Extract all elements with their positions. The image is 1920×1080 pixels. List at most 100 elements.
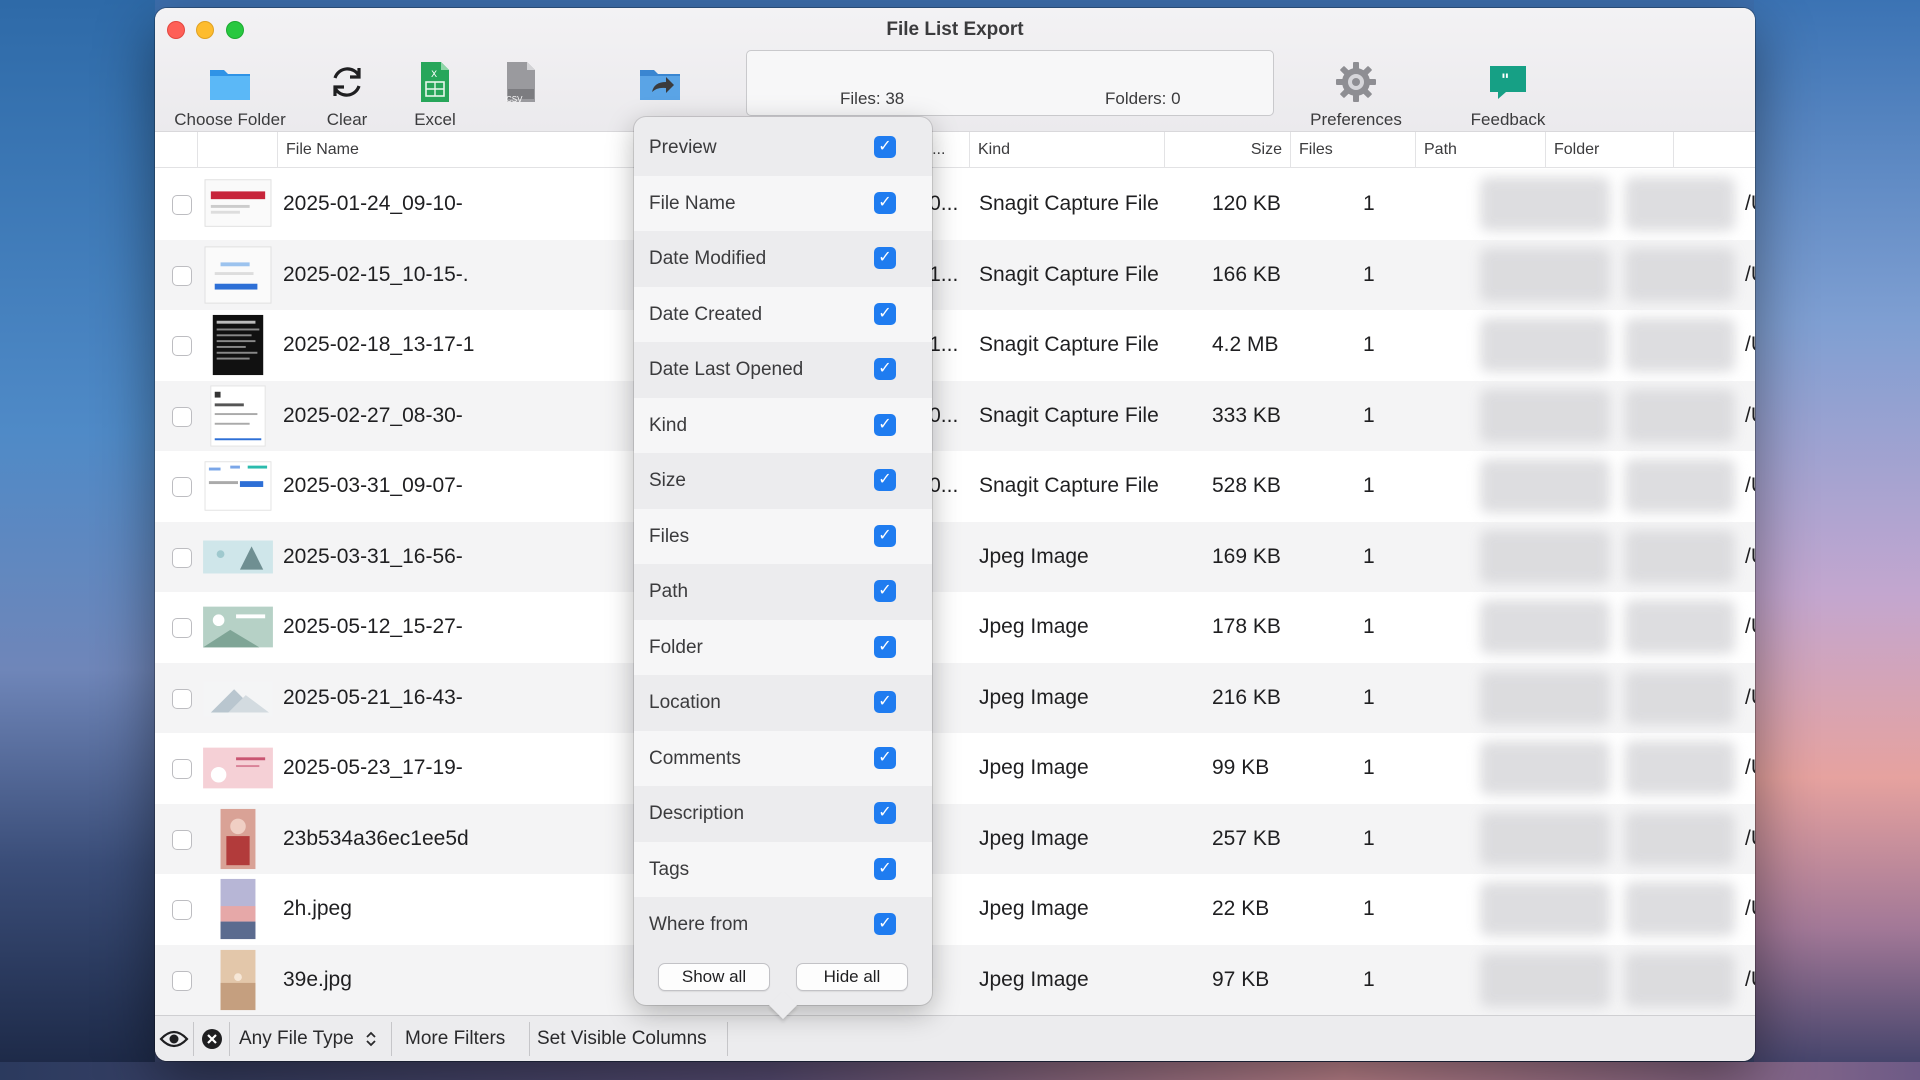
- show-all-button[interactable]: Show all: [658, 963, 770, 991]
- table-row[interactable]: 2025-05-12_15-27-1...Jpeg Image178 KB1/U: [155, 592, 1755, 662]
- checkbox-checked-icon[interactable]: ✓: [874, 691, 896, 713]
- row-checkbox[interactable]: [172, 900, 192, 920]
- row-checkbox[interactable]: [172, 336, 192, 356]
- table-row[interactable]: 39e.jpg1...Jpeg Image97 KB1/U: [155, 944, 1755, 1015]
- column-files[interactable]: Files: [1290, 132, 1415, 168]
- folder-cell-redacted: [1625, 529, 1735, 584]
- file-preview-thumbnail: [220, 808, 256, 869]
- column-toggle-date-last-opened[interactable]: Date Last Opened ✓: [634, 342, 932, 397]
- clear-filter-icon[interactable]: [201, 1028, 223, 1050]
- location-cell: /U: [1745, 544, 1755, 568]
- column-toggle-preview[interactable]: Preview ✓: [634, 120, 932, 175]
- table-row[interactable]: 2025-05-21_16-43-1...Jpeg Image216 KB1/U: [155, 662, 1755, 733]
- eye-icon[interactable]: [159, 1027, 189, 1051]
- checkbox-checked-icon[interactable]: ✓: [874, 635, 896, 658]
- files-count-cell: 1: [1363, 897, 1375, 920]
- column-kind[interactable]: Kind: [969, 132, 1164, 168]
- column-toggle-tags[interactable]: Tags ✓: [634, 841, 932, 897]
- column-toggle-label: Kind: [649, 414, 688, 436]
- column-toggle-date-modified[interactable]: Date Modified ✓: [634, 231, 932, 286]
- column-size[interactable]: Size: [1164, 132, 1290, 168]
- table-row[interactable]: 2025-02-18_13-17-11...2025/2/19, 1...Sna…: [155, 310, 1755, 380]
- export-file-button[interactable]: [625, 58, 695, 106]
- checkbox-checked-icon[interactable]: ✓: [874, 913, 896, 935]
- more-filters-button[interactable]: More Filters: [405, 1016, 505, 1061]
- csv-export-button[interactable]: CSV: [491, 58, 551, 106]
- path-cell-redacted: [1480, 459, 1610, 513]
- kind-cell: Snagit Capture File: [979, 192, 1159, 215]
- row-checkbox[interactable]: [172, 195, 192, 215]
- column-toggle-comments[interactable]: Comments ✓: [634, 730, 932, 786]
- row-checkbox[interactable]: [172, 618, 192, 638]
- share-folder-icon: [640, 70, 680, 100]
- checkbox-checked-icon[interactable]: ✓: [874, 802, 896, 824]
- file-preview-thumbnail: [204, 245, 272, 304]
- checkbox-checked-icon[interactable]: ✓: [874, 191, 896, 214]
- table-row[interactable]: 23b534a36ec1ee5d6:...Jpeg Image257 KB1/U: [155, 803, 1755, 874]
- choose-folder-button[interactable]: Choose Folder: [169, 58, 291, 130]
- checkbox-checked-icon[interactable]: ✓: [874, 580, 896, 602]
- checkbox-checked-icon[interactable]: ✓: [874, 302, 896, 325]
- row-checkbox[interactable]: [172, 829, 192, 850]
- size-cell: 178 KB: [1212, 615, 1281, 638]
- set-visible-columns-button[interactable]: Set Visible Columns: [537, 1016, 707, 1061]
- row-checkbox[interactable]: [172, 688, 192, 709]
- column-toggle-kind[interactable]: Kind ✓: [634, 397, 932, 453]
- table-row[interactable]: 2h.jpeg,...Jpeg Image22 KB1/U: [155, 874, 1755, 944]
- column-preview[interactable]: [197, 132, 277, 168]
- folder-cell-redacted: [1625, 247, 1735, 302]
- table-row[interactable]: 2025-05-23_17-19-1...Jpeg Image99 KB1/U: [155, 733, 1755, 803]
- kind-cell: Jpeg Image: [979, 756, 1089, 779]
- kind-cell: Jpeg Image: [979, 544, 1089, 568]
- row-checkbox[interactable]: [172, 970, 192, 991]
- file-type-select[interactable]: Any File Type: [239, 1016, 377, 1061]
- checkbox-checked-icon[interactable]: ✓: [874, 469, 896, 491]
- column-toggle-where-from[interactable]: Where from ✓: [634, 897, 932, 952]
- column-toggle-description[interactable]: Description ✓: [634, 786, 932, 841]
- feedback-button[interactable]: " Feedback: [1458, 58, 1558, 130]
- excel-export-button[interactable]: X Excel: [400, 58, 470, 130]
- column-toggle-size[interactable]: Size ✓: [634, 453, 932, 508]
- table-row[interactable]: 2025-02-15_10-15-.1...2025/2/18, 1...Sna…: [155, 239, 1755, 310]
- column-location[interactable]: [1673, 132, 1755, 168]
- column-toggle-path[interactable]: Path ✓: [634, 564, 932, 619]
- checkbox-checked-icon[interactable]: ✓: [874, 857, 896, 880]
- file-name-cell: 2025-01-24_09-10-: [283, 192, 463, 215]
- row-checkbox[interactable]: [172, 547, 192, 568]
- column-toggle-files[interactable]: Files ✓: [634, 508, 932, 564]
- row-checkbox[interactable]: [172, 477, 192, 497]
- column-toggle-folder[interactable]: Folder ✓: [634, 619, 932, 675]
- column-toggle-label: Folder: [649, 636, 703, 658]
- files-count-cell: 1: [1363, 826, 1375, 850]
- table-header: File Name Date Last Open... Kind Size Fi…: [155, 132, 1755, 168]
- table-row[interactable]: 2025-03-31_16-56-1...Jpeg Image169 KB1/U: [155, 521, 1755, 592]
- column-toggle-date-created[interactable]: Date Created ✓: [634, 286, 932, 342]
- column-toggle-file-name[interactable]: File Name ✓: [634, 175, 932, 231]
- table-row[interactable]: 2025-02-27_08-30-0...2025/2/27, 0...Snag…: [155, 380, 1755, 451]
- column-folder[interactable]: Folder: [1545, 132, 1673, 168]
- files-count-cell: 1: [1363, 403, 1375, 427]
- file-preview-thumbnail: [212, 314, 264, 376]
- checkbox-checked-icon[interactable]: ✓: [874, 524, 896, 547]
- table-row[interactable]: 2025-01-24_09-10-0...2025/1/24, 0...Snag…: [155, 169, 1755, 239]
- checkbox-checked-icon[interactable]: ✓: [874, 247, 896, 269]
- clear-button[interactable]: Clear: [309, 58, 385, 130]
- row-checkbox[interactable]: [172, 406, 192, 427]
- column-toggle-label: Description: [649, 803, 745, 824]
- column-toggle-label: Tags: [649, 858, 690, 880]
- checkbox-checked-icon[interactable]: ✓: [874, 413, 896, 436]
- path-cell-redacted: [1480, 882, 1610, 936]
- table-row[interactable]: 2025-03-31_09-07-0...2025/3/31, 0...Snag…: [155, 451, 1755, 521]
- preferences-button[interactable]: Preferences: [1301, 58, 1411, 130]
- row-checkbox[interactable]: [172, 759, 192, 779]
- checkbox-checked-icon[interactable]: ✓: [874, 746, 896, 769]
- desktop-wallpaper-bottom: [0, 1062, 1920, 1080]
- checkbox-checked-icon[interactable]: ✓: [874, 358, 896, 380]
- row-checkbox[interactable]: [172, 265, 192, 286]
- file-preview-thumbnail: [204, 461, 272, 511]
- kind-cell: Snagit Capture File: [979, 333, 1159, 356]
- checkbox-checked-icon[interactable]: ✓: [874, 136, 896, 158]
- hide-all-button[interactable]: Hide all: [796, 963, 908, 991]
- column-toggle-location[interactable]: Location ✓: [634, 675, 932, 730]
- column-path[interactable]: Path: [1415, 132, 1545, 168]
